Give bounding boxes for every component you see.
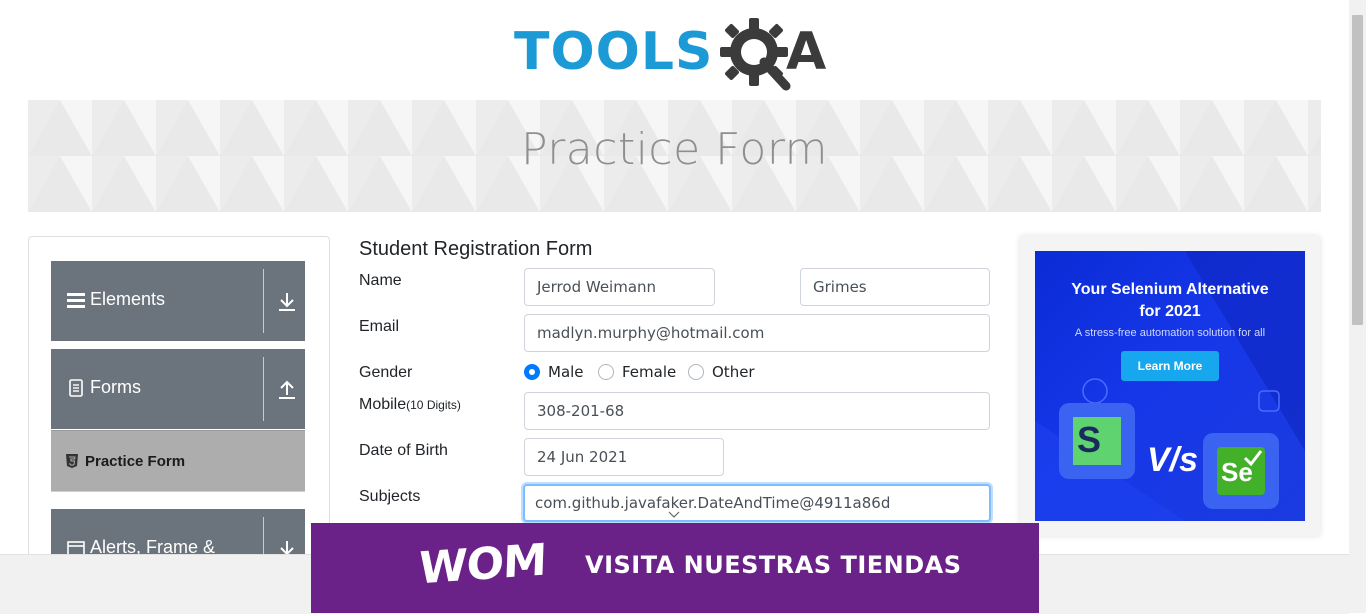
sidebar-group-forms[interactable]: Forms bbox=[51, 349, 305, 429]
toolsqa-logo[interactable]: TOOLS A bbox=[514, 16, 844, 92]
selenium-logo: Se bbox=[1217, 447, 1265, 495]
subjects-input[interactable]: com.github.javafaker.DateAndTime@4911a86… bbox=[523, 484, 991, 522]
email-input[interactable]: madlyn.murphy@hotmail.com bbox=[524, 314, 990, 352]
form-title: Student Registration Form bbox=[359, 238, 593, 260]
gender-female-label[interactable]: Female bbox=[622, 363, 676, 381]
email-label: Email bbox=[359, 318, 400, 335]
mobile-hint: (10 Digits) bbox=[406, 398, 461, 412]
versus-text: V/s bbox=[1147, 441, 1199, 479]
selenium-logo-tile: Se bbox=[1203, 433, 1279, 509]
gender-other-radio[interactable] bbox=[688, 364, 704, 380]
sidebar-group-elements[interactable]: Elements bbox=[51, 261, 305, 341]
dob-label: Date of Birth bbox=[359, 442, 448, 459]
chevron-down-icon[interactable] bbox=[667, 511, 681, 519]
right-ad-frame: Your Selenium Alternative for 2021 A str… bbox=[1020, 236, 1320, 536]
divider bbox=[263, 357, 264, 421]
sidebar-item-practice-form[interactable]: Practice Form bbox=[51, 430, 305, 492]
gender-male-label[interactable]: Male bbox=[548, 363, 584, 381]
logo-text: TOOLS bbox=[514, 22, 714, 82]
gear-icon bbox=[720, 18, 791, 91]
learn-more-button[interactable]: Learn More bbox=[1121, 351, 1219, 381]
wom-logo: WOM bbox=[417, 534, 547, 595]
mobile-input[interactable]: 308-201-68 bbox=[524, 392, 990, 430]
logo-a: A bbox=[786, 22, 827, 82]
ad-subtext: A stress-free automation solution for al… bbox=[1074, 327, 1266, 339]
katalon-logo: S bbox=[1073, 417, 1121, 465]
scrollbar-thumb[interactable] bbox=[1352, 15, 1363, 325]
date-of-birth-input[interactable]: 24 Jun 2021 bbox=[524, 438, 724, 476]
katalon-logo-tile: S bbox=[1059, 403, 1135, 479]
gender-radio-group: Male Female Other bbox=[524, 363, 804, 383]
divider bbox=[263, 269, 264, 333]
name-label: Name bbox=[359, 272, 402, 289]
mobile-label-text: Mobile bbox=[359, 396, 407, 413]
sidebar-item-label: Practice Form bbox=[85, 453, 186, 470]
sidebar-group-label: Forms bbox=[90, 377, 141, 397]
right-ad[interactable]: Your Selenium Alternative for 2021 A str… bbox=[1035, 251, 1305, 521]
ad-headline-line-2: for 2021 bbox=[1139, 303, 1201, 320]
bottom-ad-banner[interactable]: WOM VISITA NUESTRAS TIENDAS bbox=[311, 523, 1039, 613]
sidebar: Elements Forms Practice Form Alerts, Fra… bbox=[28, 236, 330, 589]
subjects-label: Subjects bbox=[359, 488, 421, 505]
html5-icon bbox=[66, 454, 78, 468]
gender-male-radio[interactable] bbox=[524, 364, 540, 380]
mobile-label: Mobile(10 Digits) bbox=[359, 396, 461, 414]
page-title: Practice Form bbox=[520, 124, 829, 175]
ad-headline: Your Selenium Alternative for 2021 bbox=[1035, 279, 1305, 323]
ad-headline-line-1: Your Selenium Alternative bbox=[1071, 281, 1269, 298]
sidebar-group-label: Elements bbox=[90, 289, 166, 309]
list-icon bbox=[67, 293, 85, 308]
gender-other-label[interactable]: Other bbox=[712, 363, 755, 381]
bottom-ad-text: VISITA NUESTRAS TIENDAS bbox=[585, 551, 962, 579]
page-banner: Practice Form bbox=[28, 100, 1321, 212]
gender-label: Gender bbox=[359, 364, 413, 381]
checkmark-icon bbox=[1243, 450, 1263, 467]
katalon-logo-letter: S bbox=[1076, 419, 1101, 460]
upload-arrow-icon[interactable] bbox=[277, 379, 297, 401]
document-icon bbox=[69, 379, 83, 397]
page-scrollbar[interactable] bbox=[1349, 0, 1366, 613]
last-name-input[interactable]: Grimes bbox=[800, 268, 990, 306]
gender-female-radio[interactable] bbox=[598, 364, 614, 380]
download-arrow-icon[interactable] bbox=[277, 291, 297, 313]
first-name-input[interactable]: Jerrod Weimann bbox=[524, 268, 715, 306]
